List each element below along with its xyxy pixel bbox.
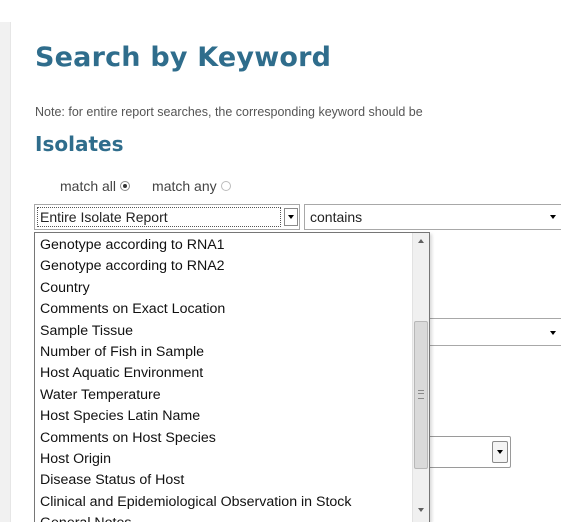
dropdown-option[interactable]: Clinical and Epidemiological Observation… <box>35 492 413 513</box>
dropdown-option[interactable]: Host Aquatic Environment <box>35 363 413 384</box>
scrollbar-thumb[interactable] <box>414 321 428 469</box>
dropdown-option[interactable]: Country <box>35 278 413 299</box>
field-options: Genotype according to RNA1 Genotype accor… <box>35 233 413 522</box>
match-all-radio[interactable] <box>120 181 131 191</box>
dropdown-option[interactable]: Number of Fish in Sample <box>35 342 413 363</box>
dropdown-option[interactable]: Sample Tissue <box>35 321 413 342</box>
field-select[interactable]: Entire Isolate Report <box>34 204 300 230</box>
dropdown-option[interactable]: Water Temperature <box>35 385 413 406</box>
left-border <box>0 22 11 522</box>
page-title: Search by Keyword <box>35 42 332 73</box>
dropdown-option[interactable]: Comments on Exact Location <box>35 299 413 320</box>
dropdown-option[interactable]: Host Origin <box>35 449 413 470</box>
dropdown-option[interactable]: General Notes <box>35 513 413 522</box>
operator-select[interactable]: contains <box>304 204 561 230</box>
match-all-label: match all <box>60 178 117 194</box>
field-select-value: Entire Isolate Report <box>40 209 168 225</box>
field-dropdown-list[interactable]: Genotype according to RNA1 Genotype accor… <box>34 232 430 522</box>
search-page: Search by Keyword Note: for entire repor… <box>0 0 561 522</box>
dropdown-option[interactable]: Genotype according to RNA2 <box>35 256 413 277</box>
search-note: Note: for entire report searches, the co… <box>35 105 423 119</box>
match-any-radio[interactable] <box>220 181 231 191</box>
chevron-down-icon[interactable] <box>546 322 561 344</box>
dropdown-option[interactable]: Host Species Latin Name <box>35 406 413 427</box>
grip-icon <box>418 390 424 399</box>
dropdown-scrollbar[interactable] <box>412 233 429 522</box>
section-title-isolates: Isolates <box>35 132 124 156</box>
scroll-down-arrow-icon[interactable] <box>413 506 429 522</box>
scroll-up-arrow-icon[interactable] <box>413 233 429 250</box>
match-mode-group: match all match any <box>60 178 231 194</box>
chevron-down-icon[interactable] <box>546 206 561 228</box>
chevron-down-icon[interactable] <box>284 208 298 226</box>
dropdown-option[interactable]: Comments on Host Species <box>35 428 413 449</box>
dropdown-option[interactable]: Genotype according to RNA1 <box>35 235 413 256</box>
chevron-down-icon[interactable] <box>492 441 508 463</box>
dropdown-option[interactable]: Disease Status of Host <box>35 470 413 491</box>
operator-select-value: contains <box>310 209 363 225</box>
match-any-label: match any <box>152 178 217 194</box>
